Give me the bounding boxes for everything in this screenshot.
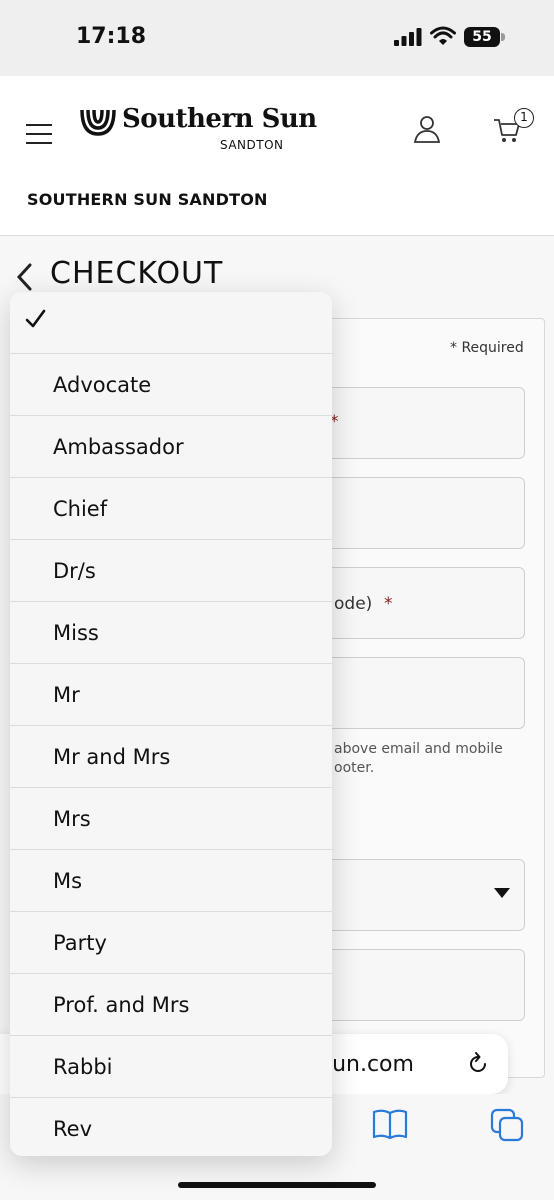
picker-option-label: Rabbi <box>53 1054 113 1079</box>
southern-sun-logo-icon <box>80 109 116 136</box>
picker-option-mr[interactable]: Mr <box>10 664 332 726</box>
picker-option-label: Mrs <box>53 806 91 831</box>
picker-option-label: Mr and Mrs <box>53 744 171 769</box>
cellular-signal-icon <box>394 28 422 46</box>
cart-count-badge: 1 <box>514 108 534 128</box>
surname-field[interactable] <box>320 477 525 549</box>
wifi-icon <box>430 26 456 45</box>
checkmark-icon <box>25 309 46 328</box>
picker-option-rabbi[interactable]: Rabbi <box>10 1036 332 1098</box>
picker-option-label: Ms <box>53 868 83 893</box>
picker-option-drs[interactable]: Dr/s <box>10 540 332 602</box>
battery-indicator: 55 <box>464 27 506 47</box>
battery-nub <box>501 33 505 41</box>
first-name-field[interactable] <box>320 949 525 1021</box>
mobile-required-asterisk: * <box>384 594 393 614</box>
back-chevron-icon[interactable] <box>14 262 36 292</box>
picker-option-label: Chief <box>53 496 108 521</box>
logo-name[interactable]: Southern Sun <box>122 104 317 134</box>
picker-option-party[interactable]: Party <box>10 912 332 974</box>
status-bar: 17:18 55 <box>0 0 554 76</box>
hotel-name: SOUTHERN SUN SANDTON <box>27 190 268 209</box>
reload-icon[interactable] <box>466 1052 490 1076</box>
required-note: * Required <box>450 340 524 356</box>
picker-option-rev[interactable]: Rev <box>10 1098 332 1156</box>
name-field[interactable] <box>320 387 525 459</box>
picker-option-label: Prof. and Mrs <box>53 992 190 1017</box>
picker-option-label: Ambassador <box>53 434 184 459</box>
logo-subtitle: SANDTON <box>220 138 284 152</box>
account-icon[interactable] <box>412 114 442 144</box>
picker-option-chief[interactable]: Chief <box>10 478 332 540</box>
title-picker-menu: Advocate Ambassador Chief Dr/s Miss Mr M… <box>10 292 332 1156</box>
battery-level: 55 <box>472 29 492 45</box>
picker-option-label: Party <box>53 930 107 955</box>
site-header: Southern Sun SANDTON 1 SOUTHERN SUN SAND… <box>0 76 554 236</box>
picker-option-label: Dr/s <box>53 558 96 583</box>
picker-option-label: Miss <box>53 620 99 645</box>
menu-icon[interactable] <box>26 124 52 144</box>
picker-option-advocate[interactable]: Advocate <box>10 354 332 416</box>
status-time: 17:18 <box>76 24 147 49</box>
picker-option-prof-and-mrs[interactable]: Prof. and Mrs <box>10 974 332 1036</box>
picker-option-blank[interactable] <box>10 292 332 354</box>
mobile-field-label: ode) <box>334 594 373 614</box>
picker-option-ambassador[interactable]: Ambassador <box>10 416 332 478</box>
picker-option-label: Advocate <box>53 372 152 397</box>
dropdown-arrow-icon <box>494 888 510 898</box>
page-title: CHECKOUT <box>50 256 224 291</box>
consent-text: above email and mobile ooter. <box>334 741 503 776</box>
picker-option-miss[interactable]: Miss <box>10 602 332 664</box>
picker-option-mr-and-mrs[interactable]: Mr and Mrs <box>10 726 332 788</box>
picker-option-label: Rev <box>53 1117 92 1141</box>
home-indicator <box>178 1182 376 1188</box>
picker-option-mrs[interactable]: Mrs <box>10 788 332 850</box>
picker-option-label: Mr <box>53 682 80 707</box>
picker-option-ms[interactable]: Ms <box>10 850 332 912</box>
bookmarks-icon[interactable] <box>372 1108 408 1140</box>
tabs-icon[interactable] <box>490 1108 526 1144</box>
email-field[interactable] <box>320 657 525 729</box>
